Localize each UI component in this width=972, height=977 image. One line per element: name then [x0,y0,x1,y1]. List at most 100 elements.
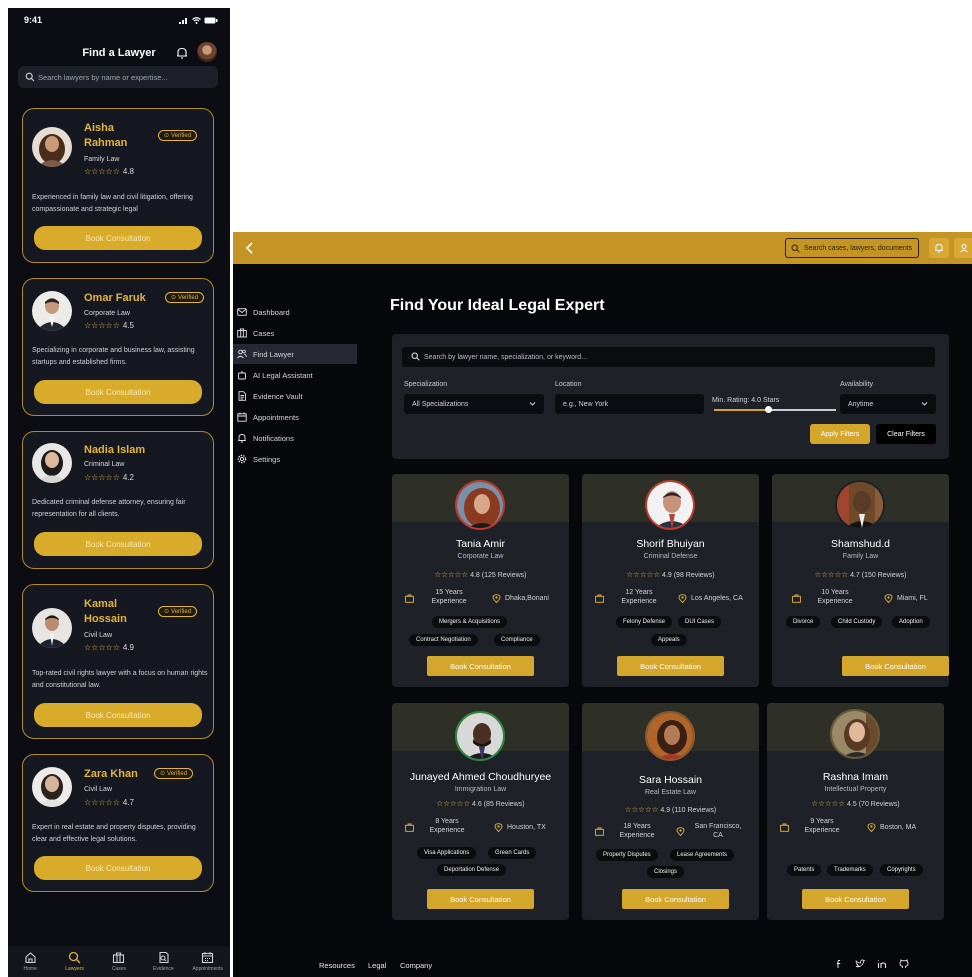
footer-link-resources[interactable]: Resources [319,961,355,970]
star-rating-icon: ☆☆☆☆☆ [84,167,120,176]
global-search-input[interactable]: Search cases, lawyers, documents [785,238,919,258]
lawyer-photo [32,443,72,483]
lawyer-photo [32,127,72,167]
book-consultation-button[interactable]: Book Consultation [34,380,202,404]
book-consultation-button[interactable]: Book Consultation [34,703,202,727]
lawyer-photo [32,608,72,648]
verified-badge: ⊙ Verified [158,606,198,617]
book-consultation-button[interactable]: Book Consultation [34,856,202,880]
book-consultation-button[interactable]: Book Consultation [617,656,724,676]
briefcase-icon [780,823,789,832]
book-consultation-button[interactable]: Book Consultation [34,532,202,556]
chevron-left-icon[interactable] [243,241,257,255]
mobile-screen: 9:41 Find a Lawyer Search lawyers by nam… [8,8,230,977]
book-consultation-button[interactable]: Book Consultation [427,889,534,909]
sidebar-item-settings[interactable]: Settings [233,449,357,469]
book-consultation-button[interactable]: Book Consultation [34,226,202,250]
nav-evidence[interactable]: Evidence [143,951,183,972]
specialty-tag: Contract Negotiation [409,634,478,646]
lawyer-photo [645,711,695,761]
sidebar-item-find-lawyer[interactable]: Find Lawyer [233,344,357,364]
specialty-tag: Closings [647,866,685,878]
footer-link-legal[interactable]: Legal [368,961,386,970]
lawyer-name: Junayed Ahmed Choudhuryee [409,771,552,783]
lawyer-specialization: Civil Law [84,632,113,639]
search-input[interactable]: Search lawyers by name or expertise... [18,66,218,88]
specialty-tag: Lease Agreements [670,849,735,861]
profile-button[interactable] [954,238,972,258]
lawyer-specialization: Real Estate Law [645,789,696,796]
nav-appointments[interactable]: Appointments [188,951,228,972]
lawyer-rating: ☆☆☆☆☆ 4.5 (70 Reviews) [811,799,900,808]
sidebar-item-ai-legal-assistant[interactable]: AI Legal Assistant [233,365,357,385]
apply-filters-button[interactable]: Apply Filters [810,424,870,444]
lawyer-location: Dhaka,Bonani [492,594,549,603]
map-pin-icon [678,594,687,603]
specialty-tag: Copyrights [880,864,923,876]
lawyer-experience: 8 Years Experience [429,818,465,834]
rating-slider-handle[interactable] [764,406,772,413]
lawyer-name: Omar Faruk [84,292,146,304]
book-consultation-button[interactable]: Book Consultation [842,656,949,676]
chevron-down-icon [529,402,536,406]
lawyer-search-input[interactable]: Search by lawyer name, specialization, o… [402,347,935,367]
bell-icon [935,244,943,253]
chevron-down-icon [921,402,928,406]
bell-icon [238,434,246,443]
lawyer-card: Rashna Imam Intellectual Property ☆☆☆☆☆ 4… [767,703,944,920]
book-consultation-button[interactable]: Book Consultation [622,889,729,909]
lawyer-card: Aisha Rahman ⊙ Verified Family Law ☆☆☆☆☆ 4… [22,108,214,263]
sidebar-item-notifications[interactable]: Notifications [233,428,357,448]
specialization-select[interactable]: All Specializations [404,394,544,414]
twitter-icon[interactable] [855,959,865,969]
rating-slider[interactable] [714,406,836,413]
star-rating-icon: ☆☆☆☆☆ [626,570,661,579]
clear-filters-button[interactable]: Clear Filters [876,424,936,444]
app-header: Find a Lawyer [8,38,230,68]
nav-cases[interactable]: Cases [99,951,139,972]
availability-select[interactable]: Anytime [840,394,936,414]
sidebar: Dashboard Cases Find Lawyer AI Legal Ass… [233,264,359,944]
home-icon [25,952,36,964]
book-consultation-button[interactable]: Book Consultation [427,656,534,676]
bell-icon[interactable] [175,46,189,60]
lawyer-bio: Specializing in corporate and business l… [32,347,195,366]
specialty-tag: Patents [787,864,822,876]
search-placeholder: Search lawyers by name or expertise... [38,72,168,82]
location-input[interactable]: e.g., New York [555,394,704,414]
lawyer-location: Miami, FL [884,594,928,603]
specialty-tag: Mergers & Acquisitions [432,616,508,628]
lawyer-photo [645,480,695,530]
avatar[interactable] [197,42,217,62]
lawyer-specialization: Civil Law [84,786,113,793]
specialization-label: Specialization [404,381,448,388]
github-icon[interactable] [899,959,909,969]
specialty-tag: Visa Applications [417,847,477,859]
book-consultation-button[interactable]: Book Consultation [802,889,909,909]
lawyer-location: Los Angeles, CA [678,594,743,603]
lawyer-experience: 9 Years Experience [804,818,840,834]
footer-link-company[interactable]: Company [400,961,432,970]
map-pin-icon [867,823,876,832]
facebook-icon[interactable] [834,959,844,969]
sidebar-item-appointments[interactable]: Appointments [233,407,357,427]
lawyer-bio: Top-rated civil rights lawyer with a foc… [32,670,208,689]
sidebar-item-dashboard[interactable]: Dashboard [233,302,357,322]
star-rating-icon: ☆☆☆☆☆ [624,805,659,814]
lawyer-rating: ☆☆☆☆☆ 4.6 (85 Reviews) [436,799,525,808]
availability-label: Availability [840,381,873,388]
lawyer-experience: 18 Years Experience [619,823,655,839]
map-pin-icon [492,594,501,603]
nav-home[interactable]: Home [10,951,50,972]
lawyer-rating: ☆☆☆☆☆ 4.8 [84,167,134,176]
linkedin-icon[interactable] [877,959,887,969]
specialty-tag: Child Custody [831,616,883,628]
lawyer-rating: ☆☆☆☆☆ 4.9 (98 Reviews) [626,570,715,579]
lawyer-specialization: Immigration Law [454,786,507,793]
user-icon [960,244,968,253]
sidebar-item-evidence-vault[interactable]: Evidence Vault [233,386,357,406]
lawyer-card: Shamshud.d Family Law ☆☆☆☆☆ 4.7 (150 Revi… [772,474,949,687]
sidebar-item-cases[interactable]: Cases [233,323,357,343]
notifications-button[interactable] [929,238,949,258]
nav-lawyers[interactable]: Lawyers [55,951,95,972]
